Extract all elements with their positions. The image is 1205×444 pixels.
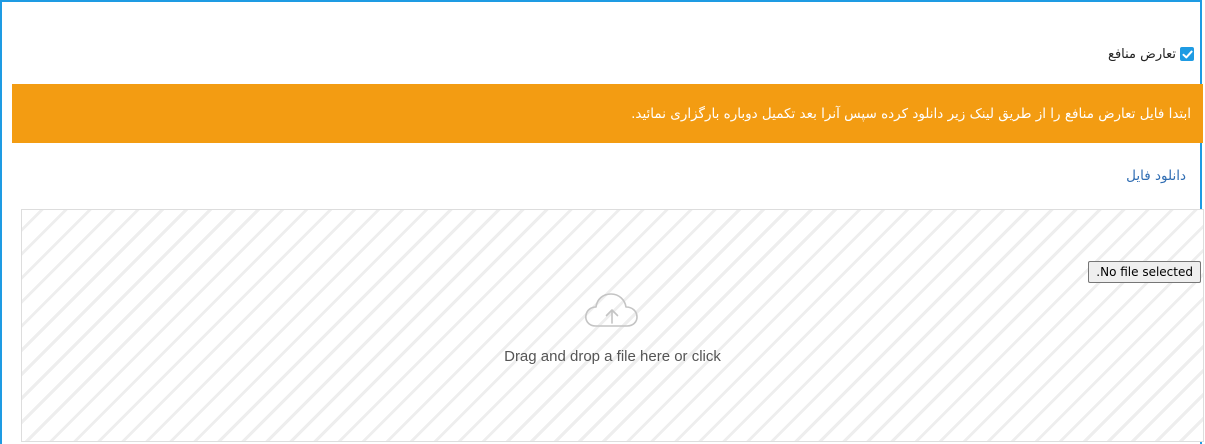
alert-message: ابتدا فایل تعارض منافع را از طریق لینک ز… bbox=[631, 105, 1191, 122]
cloud-upload-icon bbox=[585, 293, 638, 327]
conflict-checkbox[interactable] bbox=[1180, 47, 1194, 61]
file-dropzone[interactable]: .No file selected Drag and drop a file h… bbox=[21, 209, 1204, 442]
conflict-of-interest-row[interactable]: تعارض منافع bbox=[1108, 44, 1194, 64]
download-file-link[interactable]: دانلود فایل bbox=[1126, 168, 1186, 184]
dropzone-message: Drag and drop a file here or click bbox=[504, 348, 721, 365]
file-input-button[interactable]: .No file selected bbox=[1088, 261, 1201, 283]
warning-alert: ابتدا فایل تعارض منافع را از طریق لینک ز… bbox=[12, 84, 1203, 143]
conflict-label: تعارض منافع bbox=[1108, 46, 1176, 62]
checkmark-icon bbox=[1182, 50, 1193, 58]
form-panel: تعارض منافع ابتدا فایل تعارض منافع را از… bbox=[0, 0, 1204, 444]
